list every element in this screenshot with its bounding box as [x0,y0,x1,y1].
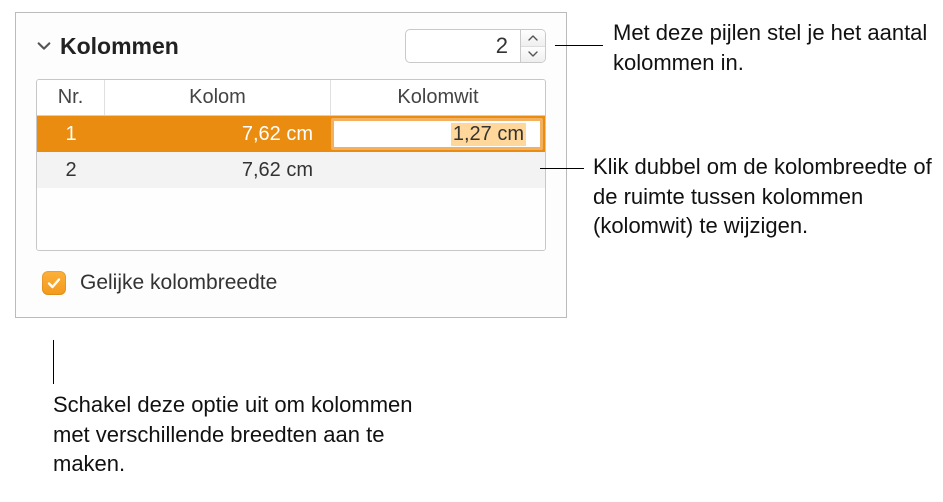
callout-line [555,45,603,46]
equal-width-checkbox[interactable] [42,271,66,295]
callout-checkbox: Schakel deze optie uit om kolommen met v… [53,390,413,479]
stepper-up-button[interactable] [521,30,545,46]
cell-nr: 1 [37,116,105,152]
table-body: 1 7,62 cm 1,27 cm 2 7,62 cm [37,116,545,250]
header-left: Kolommen [36,33,179,60]
section-title: Kolommen [60,33,179,60]
panel-header: Kolommen [36,29,546,63]
header-kolomwit[interactable]: Kolomwit [331,80,545,115]
table-row[interactable]: 1 7,62 cm 1,27 cm [37,116,545,152]
callout-line [53,340,54,384]
callout-editcell: Klik dubbel om de kolombreedte of de rui… [593,152,935,241]
columns-table: Nr. Kolom Kolomwit 1 7,62 cm 1,27 cm 2 7… [36,79,546,251]
equal-width-row: Gelijke kolombreedte [42,271,546,295]
table-blank-area [37,188,545,250]
columns-panel: Kolommen Nr. Kolom Kolomwit 1 7,62 cm [15,12,567,318]
cell-kolomwit[interactable] [331,152,545,188]
edit-value: 1,27 cm [451,123,526,146]
chevron-down-icon[interactable] [36,37,54,55]
cell-kolom[interactable]: 7,62 cm [105,116,331,152]
cell-kolom[interactable]: 7,62 cm [105,152,331,188]
column-count-stepper [405,29,546,63]
callout-stepper: Met deze pijlen stel je het aantal kolom… [613,18,933,77]
stepper-buttons [521,29,546,63]
header-nr[interactable]: Nr. [37,80,105,115]
equal-width-label: Gelijke kolombreedte [80,271,277,295]
stepper-down-button[interactable] [521,46,545,62]
table-header-row: Nr. Kolom Kolomwit [37,80,545,116]
header-kolom[interactable]: Kolom [105,80,331,115]
table-row[interactable]: 2 7,62 cm [37,152,545,188]
column-count-input[interactable] [405,29,521,63]
callout-line [540,168,584,169]
cell-kolomwit-editing[interactable]: 1,27 cm [331,118,543,150]
cell-nr: 2 [37,152,105,188]
